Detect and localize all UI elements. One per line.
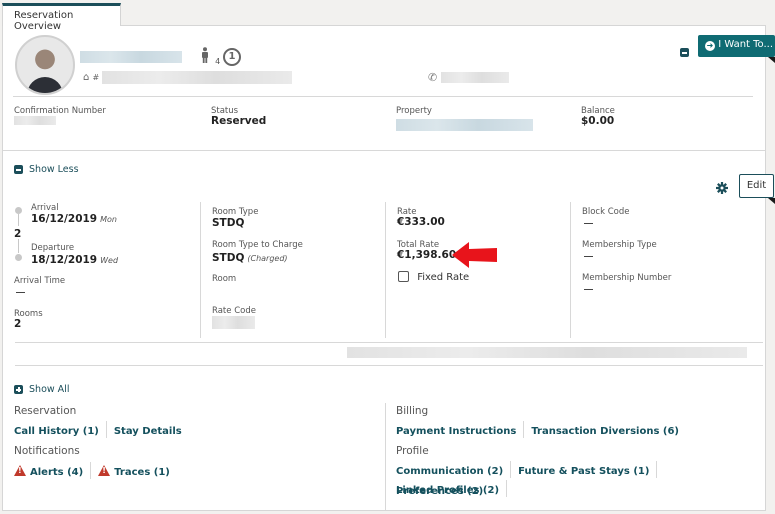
communication-link[interactable]: Communication (2) bbox=[396, 466, 503, 477]
room-label: Room bbox=[212, 274, 237, 284]
arrival-dot bbox=[15, 207, 22, 214]
rate-code-label: Rate Code bbox=[212, 306, 256, 316]
checkbox-icon[interactable] bbox=[398, 271, 409, 282]
plus-icon bbox=[14, 385, 23, 394]
reservation-links: Call History (1) Stay Details bbox=[14, 419, 182, 438]
notification-count-icon[interactable]: 1 bbox=[223, 48, 241, 66]
nights-count: 2 bbox=[14, 228, 22, 240]
warning-icon bbox=[14, 465, 26, 476]
billing-section-title: Billing bbox=[396, 405, 429, 417]
show-all-label: Show All bbox=[29, 384, 70, 395]
tab-reservation-overview[interactable]: Reservation Overview bbox=[2, 3, 121, 32]
minus-icon bbox=[14, 165, 23, 174]
arrival-label: Arrival bbox=[31, 203, 59, 213]
warning-icon bbox=[98, 465, 111, 476]
call-history-link[interactable]: Call History (1) bbox=[14, 426, 99, 437]
membership-type-label: Membership Type bbox=[582, 240, 657, 250]
stay-details-link[interactable]: Stay Details bbox=[114, 426, 182, 437]
alerts-link[interactable]: Alerts (4) bbox=[14, 465, 83, 478]
property-label: Property bbox=[396, 106, 432, 116]
address-row: ⌂ # bbox=[83, 72, 99, 83]
adults-indicator: 4 bbox=[200, 47, 220, 67]
notifications-links: Alerts (4) Traces (1) bbox=[14, 460, 170, 479]
profile-section-title: Profile bbox=[396, 445, 429, 457]
payment-instructions-link[interactable]: Payment Instructions bbox=[396, 426, 516, 437]
profile-links-row2: Preferences (2) bbox=[396, 479, 483, 498]
balance-value: $0.00 bbox=[581, 115, 615, 127]
edit-button[interactable]: Edit bbox=[739, 174, 775, 204]
guest-avatar[interactable] bbox=[15, 35, 75, 95]
block-code-label: Block Code bbox=[582, 207, 630, 217]
total-rate-value: €1,398.60 bbox=[397, 249, 457, 261]
room-type-charge-label: Room Type to Charge bbox=[212, 240, 303, 250]
arrow-right-circle-icon: ➜ bbox=[705, 41, 715, 51]
notifications-section-title: Notifications bbox=[14, 445, 80, 457]
guest-name-redacted[interactable] bbox=[80, 51, 182, 63]
confirmation-number-label: Confirmation Number bbox=[14, 106, 106, 116]
i-want-to-label: I Want To... bbox=[718, 39, 774, 50]
billing-links: Payment Instructions Transaction Diversio… bbox=[396, 419, 679, 438]
collapse-header-icon[interactable] bbox=[680, 48, 689, 57]
preferences-link[interactable]: Preferences (2) bbox=[396, 486, 483, 497]
property-redacted bbox=[396, 119, 533, 131]
reservation-section-title: Reservation bbox=[14, 405, 77, 417]
room-type-label: Room Type bbox=[212, 207, 259, 217]
i-want-to-button[interactable]: ➜ I Want To... bbox=[698, 35, 775, 63]
person-icon bbox=[202, 47, 208, 63]
phone-icon: ✆ bbox=[428, 71, 438, 84]
phone-redacted[interactable] bbox=[441, 72, 509, 83]
home-icon: ⌂ bbox=[83, 72, 90, 83]
adults-count: 4 bbox=[215, 57, 221, 66]
arrival-time-label: Arrival Time bbox=[14, 276, 66, 286]
departure-dot bbox=[15, 254, 22, 261]
fixed-rate-label: Fixed Rate bbox=[417, 271, 470, 283]
membership-number-empty bbox=[584, 289, 593, 290]
show-less-toggle[interactable]: Show Less bbox=[14, 164, 79, 175]
rate-code-redacted bbox=[212, 316, 255, 329]
status-value: Reserved bbox=[211, 115, 267, 127]
gear-icon[interactable] bbox=[716, 182, 728, 194]
departure-label: Departure bbox=[31, 243, 75, 253]
redacted-text-line bbox=[347, 347, 747, 358]
address-prefix: # bbox=[92, 73, 100, 82]
membership-number-label: Membership Number bbox=[582, 273, 672, 283]
departure-date: 18/12/2019 Wed bbox=[31, 254, 119, 266]
rooms-value: 2 bbox=[14, 318, 22, 330]
address-redacted bbox=[102, 71, 292, 84]
show-less-label: Show Less bbox=[29, 164, 79, 175]
annotation-arrow-icon bbox=[452, 242, 497, 268]
traces-link[interactable]: Traces (1) bbox=[98, 465, 170, 478]
arrival-time-empty bbox=[16, 292, 25, 293]
future-past-stays-link[interactable]: Future & Past Stays (1) bbox=[518, 466, 649, 477]
rate-value: €333.00 bbox=[397, 216, 445, 228]
room-type-value: STDQ bbox=[212, 217, 245, 229]
fixed-rate-checkbox[interactable]: Fixed Rate bbox=[398, 271, 469, 283]
room-type-charge-value: STDQ (Charged) bbox=[212, 252, 288, 264]
reservation-overview-panel: 4 1 ⌂ # ✆ Confirmation Number Status Res… bbox=[2, 25, 775, 511]
block-code-empty bbox=[584, 223, 593, 224]
confirmation-number-redacted bbox=[14, 116, 56, 125]
show-all-toggle[interactable]: Show All bbox=[14, 384, 69, 395]
transaction-diversions-link[interactable]: Transaction Diversions (6) bbox=[531, 426, 679, 437]
arrival-date: 16/12/2019 Mon bbox=[31, 213, 117, 225]
membership-type-empty bbox=[584, 256, 593, 257]
